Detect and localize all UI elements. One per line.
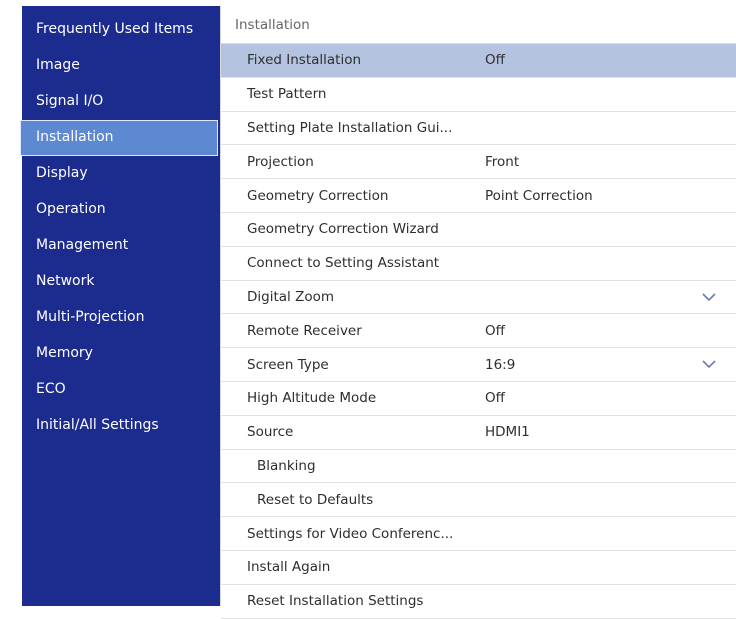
sidebar-item-management[interactable]: Management <box>22 228 218 264</box>
menu-row-reset-to-defaults[interactable]: Reset to Defaults <box>221 483 736 518</box>
menu-row-screen-type[interactable]: Screen Type 16:9 <box>221 348 736 382</box>
row-label: Settings for Video Conferenc... <box>247 525 454 542</box>
sidebar-item-image[interactable]: Image <box>22 48 218 84</box>
row-label: Reset Installation Settings <box>247 593 424 610</box>
sidebar-item-signal-io[interactable]: Signal I/O <box>22 84 218 120</box>
sidebar-item-network[interactable]: Network <box>22 264 218 300</box>
row-label: Remote Receiver <box>247 322 362 339</box>
menu-row-install-again[interactable]: Install Again <box>221 551 736 585</box>
row-label: High Altitude Mode <box>247 390 377 407</box>
menu-row-test-pattern[interactable]: Test Pattern <box>221 78 736 112</box>
sidebar-item-installation[interactable]: Installation <box>20 120 218 156</box>
settings-panel: Installation Fixed Installation Off Test… <box>220 6 736 619</box>
row-label: Fixed Installation <box>247 52 362 69</box>
menu-row-geometry-correction-wizard[interactable]: Geometry Correction Wizard <box>221 213 736 247</box>
page-title: Installation <box>221 6 736 44</box>
menu-row-fixed-installation[interactable]: Fixed Installation Off <box>221 44 736 78</box>
sidebar-item-display[interactable]: Display <box>22 156 218 192</box>
sidebar-item-initial-all-settings[interactable]: Initial/All Settings <box>22 408 218 444</box>
row-value: 16:9 <box>485 356 516 373</box>
row-label: Setting Plate Installation Gui... <box>247 119 453 136</box>
menu-row-high-altitude-mode[interactable]: High Altitude Mode Off <box>221 382 736 416</box>
chevron-down-icon[interactable] <box>702 359 716 369</box>
row-label: Test Pattern <box>247 86 327 103</box>
row-label: Reset to Defaults <box>257 491 374 508</box>
menu-row-blanking[interactable]: Blanking <box>221 450 736 484</box>
sidebar-item-operation[interactable]: Operation <box>22 192 218 228</box>
projector-menu: Frequently Used Items Image Signal I/O I… <box>20 6 736 619</box>
row-value: Point Correction <box>485 187 593 204</box>
sidebar-item-frequently-used-items[interactable]: Frequently Used Items <box>22 12 218 48</box>
sidebar: Frequently Used Items Image Signal I/O I… <box>20 6 220 606</box>
menu-row-source[interactable]: Source HDMI1 <box>221 416 736 450</box>
row-label: Geometry Correction <box>247 187 389 204</box>
menu-row-reset-installation-settings[interactable]: Reset Installation Settings <box>221 585 736 619</box>
row-value: Off <box>485 322 505 339</box>
menu-row-projection[interactable]: Projection Front <box>221 145 736 180</box>
row-label: Screen Type <box>247 356 329 373</box>
sidebar-item-memory[interactable]: Memory <box>22 336 218 372</box>
menu-row-settings-for-video-conferencing[interactable]: Settings for Video Conferenc... <box>221 517 736 551</box>
row-label: Projection <box>247 153 314 170</box>
chevron-down-icon[interactable] <box>702 292 716 302</box>
menu-row-geometry-correction[interactable]: Geometry Correction Point Correction <box>221 179 736 213</box>
row-label: Geometry Correction Wizard <box>247 221 439 238</box>
row-value: HDMI1 <box>485 424 530 441</box>
row-label: Connect to Setting Assistant <box>247 255 440 272</box>
row-label: Blanking <box>257 457 316 474</box>
row-label: Install Again <box>247 559 331 576</box>
row-value: Off <box>485 52 505 69</box>
sidebar-item-eco[interactable]: ECO <box>22 372 218 408</box>
sidebar-item-multi-projection[interactable]: Multi-Projection <box>22 300 218 336</box>
row-value: Front <box>485 153 520 170</box>
menu-row-remote-receiver[interactable]: Remote Receiver Off <box>221 314 736 349</box>
row-value: Off <box>485 390 505 407</box>
menu-row-setting-plate-installation-guide[interactable]: Setting Plate Installation Gui... <box>221 112 736 146</box>
menu-row-connect-to-setting-assistant[interactable]: Connect to Setting Assistant <box>221 247 736 281</box>
menu-row-digital-zoom[interactable]: Digital Zoom <box>221 281 736 315</box>
row-label: Digital Zoom <box>247 288 334 305</box>
row-label: Source <box>247 424 294 441</box>
